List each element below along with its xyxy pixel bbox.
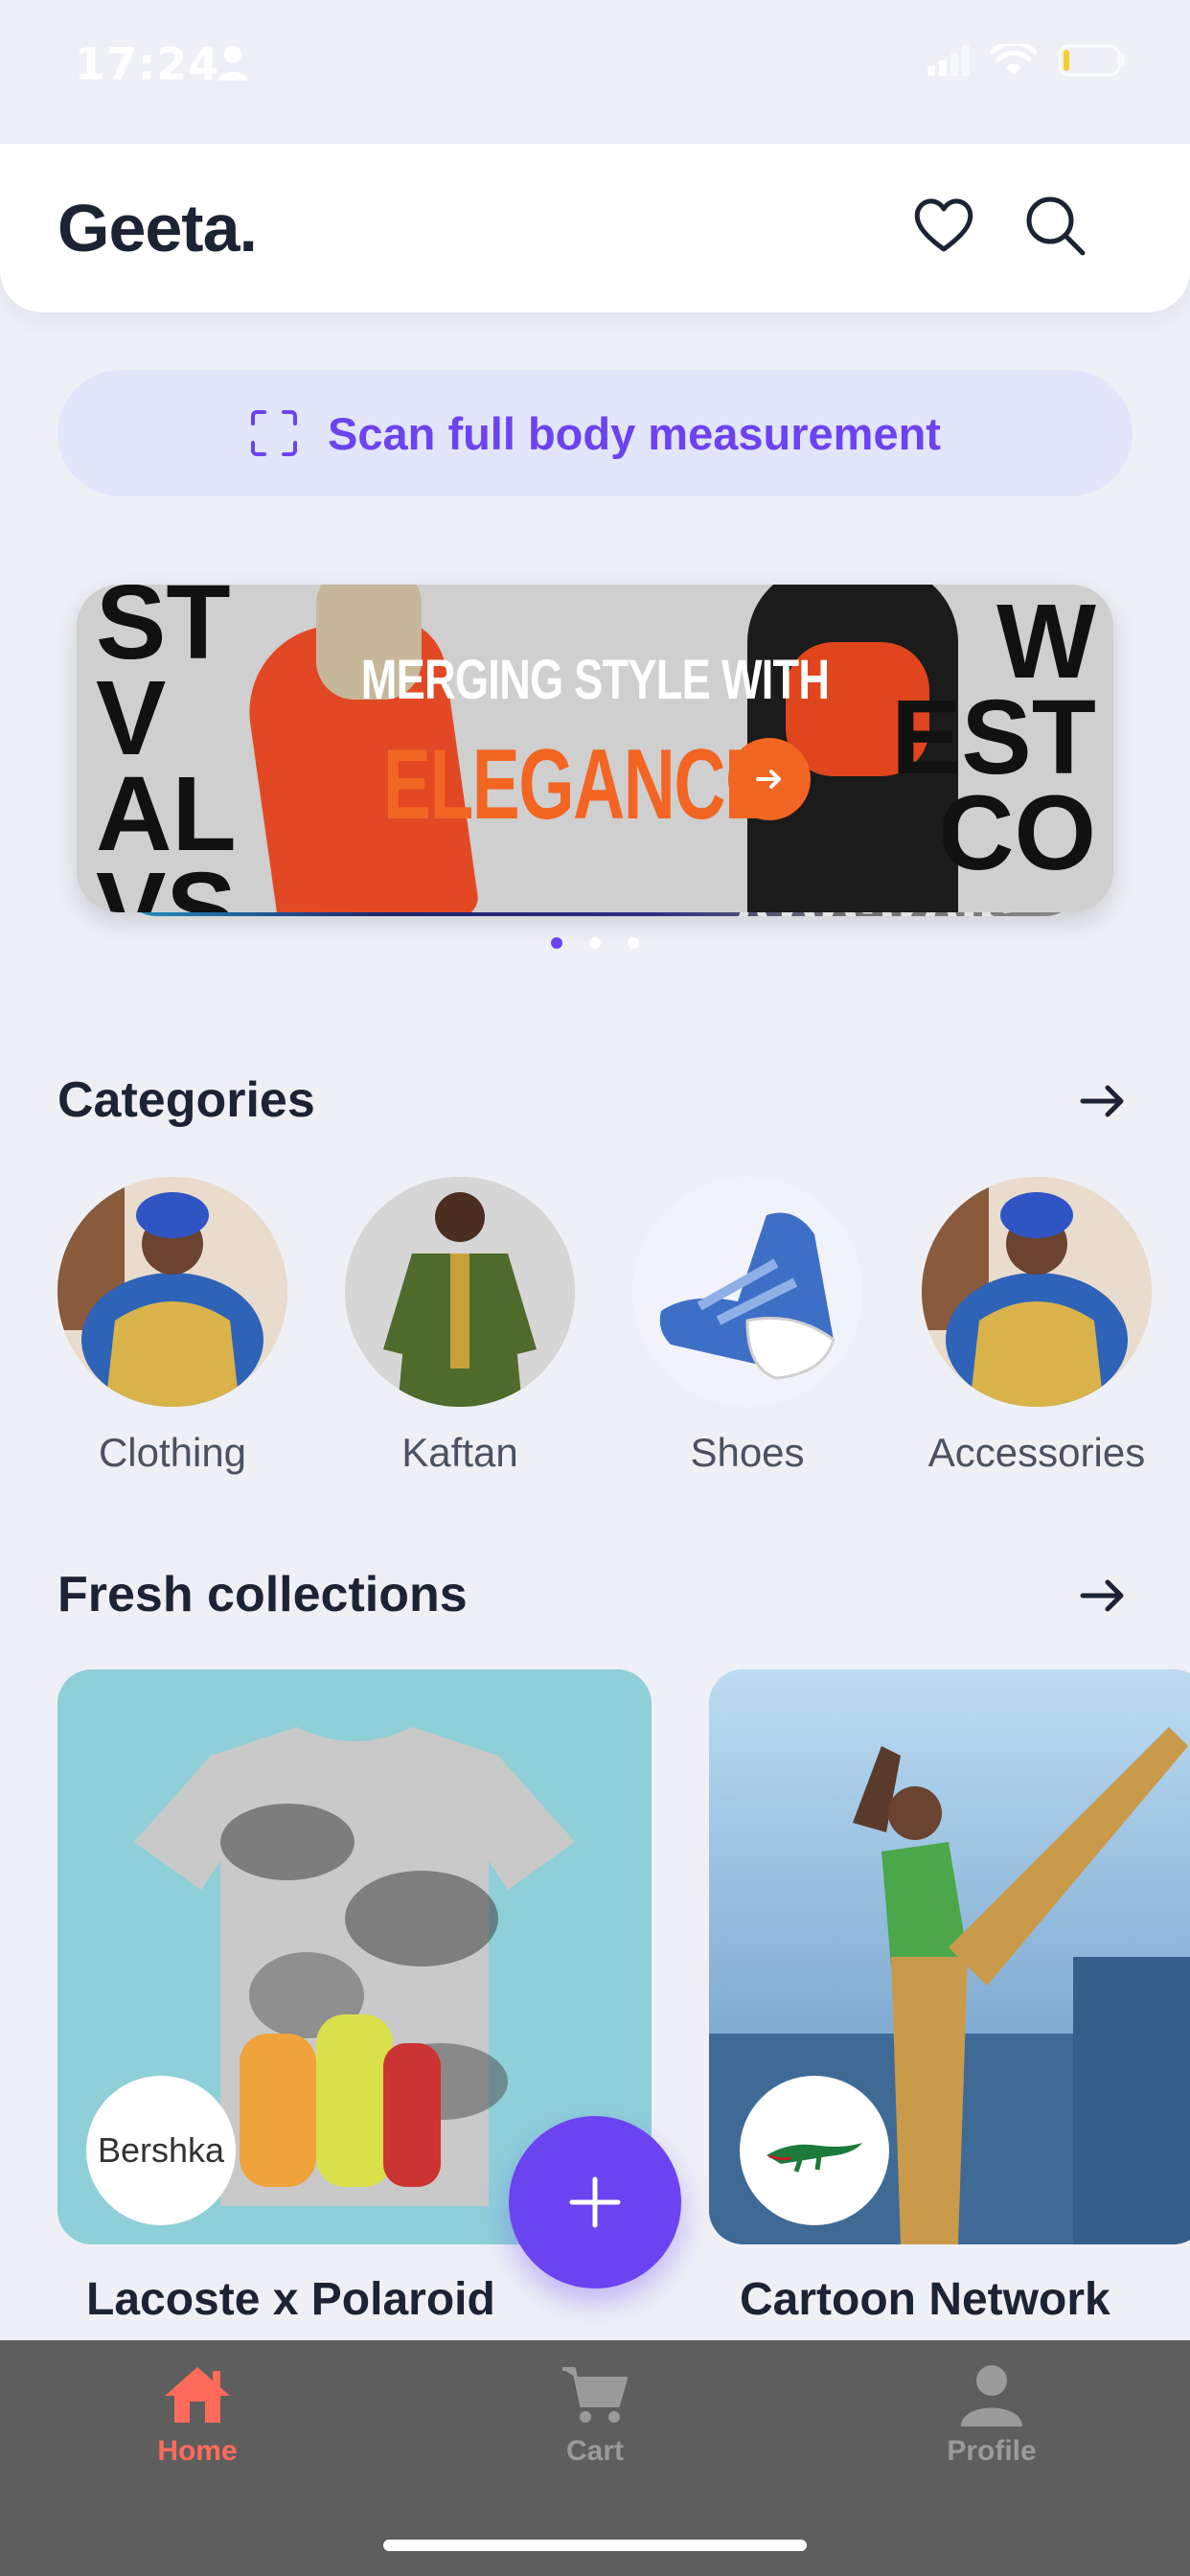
profile-icon [961, 2365, 1022, 2426]
category-image [632, 1177, 862, 1407]
banner-right-letters: W EST CO [891, 585, 1096, 892]
banner-headline: MERGING STYLE WITH [360, 649, 830, 711]
category-label: Shoes [690, 1430, 805, 1475]
category-label: Clothing [98, 1430, 247, 1475]
banner-left-letters: ST V AL VS. [96, 585, 266, 912]
crocodile-logo-icon [767, 2143, 862, 2173]
categories-arrow-icon[interactable] [1077, 1075, 1129, 1127]
scan-measurement-button[interactable]: Scan full body measurement [57, 370, 1133, 496]
carousel-dot[interactable] [551, 937, 562, 949]
category-label: Accessories [927, 1430, 1146, 1475]
category-clothing[interactable]: Clothing [57, 1177, 287, 1476]
category-image [57, 1177, 287, 1407]
scan-label: Scan full body measurement [328, 407, 941, 459]
person-status-icon [218, 46, 247, 80]
category-accessories[interactable]: Accessories [922, 1177, 1152, 1476]
nav-cart[interactable]: Cart [499, 2363, 691, 2468]
brand-logo-badge [740, 2076, 889, 2225]
status-icons [927, 44, 1127, 77]
brand-logo: Geeta. [57, 191, 258, 265]
collection-title: Lacoste x Polaroid [86, 2274, 495, 2325]
collections-arrow-icon[interactable] [1077, 1570, 1129, 1622]
plus-icon [569, 2176, 621, 2228]
banner-arrow-button[interactable] [728, 738, 811, 820]
collection-title: Cartoon Network [740, 2274, 1110, 2325]
status-bar: 17:24 [0, 0, 1190, 134]
arrow-right-icon [756, 770, 781, 789]
carousel-dot[interactable] [628, 937, 639, 949]
nav-home[interactable]: Home [102, 2363, 293, 2468]
carousel-dot[interactable] [589, 937, 601, 949]
category-image [345, 1177, 575, 1407]
nav-label: Profile [947, 2435, 1037, 2467]
cart-icon [562, 2367, 628, 2423]
app-header: Geeta. [0, 144, 1190, 312]
nav-label: Home [157, 2435, 238, 2467]
collection-card[interactable] [709, 1669, 1190, 2244]
scan-frame-icon [251, 410, 298, 456]
status-time: 17:24 [75, 38, 220, 90]
brand-logo-text: Bershka [97, 2130, 225, 2170]
category-image [922, 1177, 1152, 1407]
heart-icon[interactable] [910, 192, 977, 259]
nav-label: Cart [565, 2435, 624, 2467]
brand-logo-badge: Bershka [86, 2076, 236, 2225]
signal-icon [927, 45, 970, 76]
category-kaftan[interactable]: Kaftan [345, 1177, 575, 1476]
home-indicator [383, 2540, 807, 2551]
promo-carousel[interactable]: Apparels ST V AL VS. W EST CO MERGING ST… [57, 571, 1133, 935]
battery-icon [1058, 44, 1125, 77]
category-shoes[interactable]: Shoes [632, 1177, 862, 1476]
wifi-icon [991, 44, 1037, 75]
nav-profile[interactable]: Profile [896, 2363, 1087, 2468]
search-icon[interactable] [1021, 192, 1088, 259]
add-button[interactable] [509, 2116, 681, 2288]
banner-title: ELEGANCE [383, 729, 772, 840]
promo-banner[interactable]: ST V AL VS. W EST CO MERGING STYLE WITH … [77, 585, 1113, 912]
home-icon [165, 2367, 230, 2423]
category-label: Kaftan [401, 1430, 518, 1475]
collections-title: Fresh collections [57, 1567, 468, 1622]
categories-title: Categories [57, 1072, 315, 1128]
carousel-dots [0, 937, 1190, 949]
